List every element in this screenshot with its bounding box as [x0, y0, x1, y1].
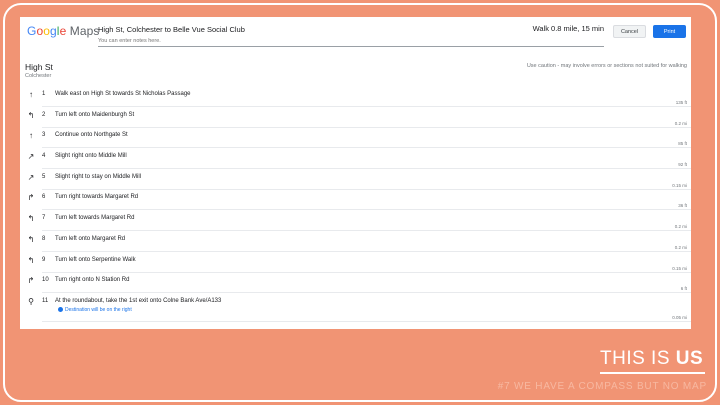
direction-step: ↗ 5 Slight right to stay on Middle Mill 0.1…	[20, 170, 691, 191]
turn-left-icon: ↰	[27, 110, 35, 120]
step-distance: 0.2 mi	[674, 244, 687, 250]
step-instruction: Continue onto Northgate St	[55, 132, 128, 139]
step-instruction: Turn left onto Serpentine Walk	[55, 256, 136, 263]
caution-note: Use caution - may involve errors or sect…	[526, 63, 687, 69]
step-instruction: At the roundabout, take the 1st exit ont…	[55, 297, 222, 304]
step-divider	[42, 320, 691, 322]
direction-step: ↑ 3 Continue onto Northgate St 85 ft	[20, 128, 691, 149]
directions-print-panel: Google Maps High St, Colchester to Belle…	[20, 17, 691, 329]
print-button[interactable]: Print	[653, 25, 686, 38]
notes-input[interactable]	[98, 35, 604, 47]
google-maps-logo: Google Maps	[27, 24, 100, 38]
step-instruction: Turn right onto N Station Rd	[55, 277, 130, 284]
turn-right-icon: ↱	[27, 193, 35, 203]
step-instruction: Turn left onto Margaret Rd	[55, 235, 126, 242]
direction-step: ⚲ 11 At the roundabout, take the 1st exit …	[20, 294, 691, 322]
turn-right-icon: ↱	[27, 276, 35, 286]
info-icon	[58, 307, 63, 313]
step-distance: 0.15 mi	[672, 265, 687, 271]
step-instruction: Walk east on High St towards St Nicholas…	[55, 91, 191, 97]
route-title: High St, Colchester to Belle Vue Social …	[98, 25, 245, 34]
direction-step: ↱ 10 Turn right onto N Station Rd 6 ft	[20, 273, 691, 294]
step-distance: 6 ft	[680, 286, 687, 292]
step-number: 8	[42, 235, 46, 242]
step-number: 11	[42, 297, 49, 304]
straight-arrow-icon: ↑	[29, 90, 33, 99]
step-distance: 0.2 mi	[674, 224, 687, 230]
step-number: 3	[42, 132, 46, 139]
step-number: 1	[42, 91, 46, 97]
direction-step: ↰ 8 Turn left onto Margaret Rd 0.2 mi	[20, 232, 691, 253]
origin-locality: Colchester	[25, 73, 52, 79]
step-number: 2	[42, 111, 46, 118]
step-instruction: Turn left onto Maidenburgh St	[55, 111, 135, 118]
step-number: 5	[42, 173, 46, 180]
direction-step: ↗ 4 Slight right onto Middle Mill 92 ft	[20, 149, 691, 170]
step-distance: 0.05 mi	[672, 314, 687, 320]
directions-list: ↑ 1 Walk east on High St towards St Nichol…	[20, 87, 691, 322]
step-number: 6	[42, 194, 46, 201]
destination-note: Destination will be on the right	[58, 307, 132, 313]
step-distance: 0.2 mi	[674, 120, 687, 126]
turn-left-icon: ↰	[27, 214, 35, 224]
step-distance: 135 ft	[675, 100, 687, 105]
straight-arrow-icon: ↑	[29, 131, 33, 141]
step-instruction: Turn left towards Margaret Rd	[55, 215, 135, 222]
step-distance: 85 ft	[678, 141, 687, 147]
print-header: Google Maps High St, Colchester to Belle…	[20, 17, 691, 57]
step-number: 4	[42, 153, 46, 160]
step-instruction: Turn right towards Margaret Rd	[55, 194, 139, 201]
direction-step: ↰ 7 Turn left towards Margaret Rd 0.2 mi	[20, 211, 691, 232]
step-number: 10	[42, 277, 49, 284]
direction-step: ↰ 9 Turn left onto Serpentine Walk 0.15 mi	[20, 253, 691, 274]
step-distance: 92 ft	[678, 162, 687, 168]
step-distance: 36 ft	[678, 203, 687, 209]
tagline-subtitle: #7 WE HAVE A COMPASS BUT NO MAP	[497, 381, 707, 392]
direction-step: ↰ 2 Turn left onto Maidenburgh St 0.2 mi	[20, 108, 691, 129]
step-instruction: Slight right onto Middle Mill	[55, 153, 127, 160]
direction-step: ↱ 6 Turn right towards Margaret Rd 36 ft	[20, 190, 691, 211]
origin-name: High St	[25, 62, 53, 72]
step-number: 7	[42, 215, 46, 222]
destination-note-text: Destination will be on the right	[65, 306, 132, 313]
turn-left-icon: ↰	[27, 234, 35, 244]
direction-step: ↑ 1 Walk east on High St towards St Nichol…	[20, 87, 691, 108]
slight-right-icon: ↗	[27, 152, 35, 162]
turn-left-icon: ↰	[27, 255, 35, 265]
tagline-title: THIS IS US	[600, 348, 704, 369]
cancel-button[interactable]: Cancel	[613, 25, 646, 38]
step-distance: 0.15 mi	[672, 182, 687, 188]
destination-pin-icon: ⚲	[28, 296, 34, 306]
step-instruction: Slight right to stay on Middle Mill	[55, 173, 142, 180]
slight-right-icon: ↗	[27, 172, 35, 182]
route-summary: Walk 0.8 mile, 15 min	[532, 24, 604, 33]
tagline-underline	[600, 372, 705, 374]
step-number: 9	[42, 256, 46, 263]
